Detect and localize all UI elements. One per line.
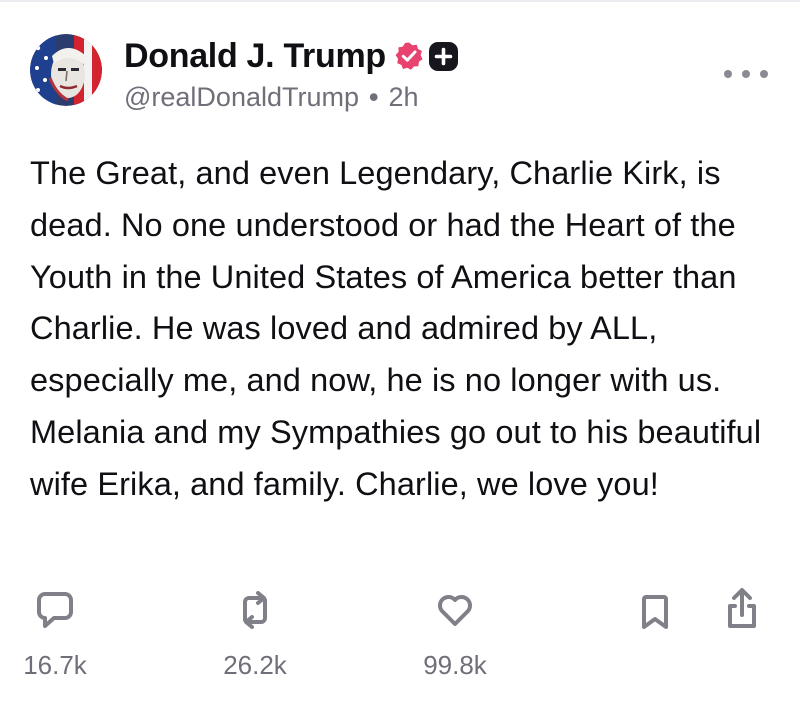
post-text: The Great, and even Legendary, Charlie K… [30,155,762,502]
author-row: Donald J. Trump [124,34,458,78]
repost-icon [243,591,267,629]
avatar[interactable] [30,34,102,106]
more-dots-icon [760,70,768,78]
author-display-name[interactable]: Donald J. Trump [124,37,386,76]
reply-icon [37,592,73,628]
reply-count: 16.7k [23,650,87,680]
post-timestamp[interactable]: 2h [388,82,418,113]
avatar-image [30,34,102,106]
meta-separator: • [369,81,379,112]
post-card: Donald J. Trump @realDonaldTrump • 2h Th… [0,0,800,707]
heart-icon [438,595,472,626]
more-dots-icon [742,70,750,78]
bookmark-button[interactable] [640,594,670,630]
more-dots-icon [724,70,732,78]
like-button[interactable]: 99.8k [410,590,500,681]
author-handle[interactable]: @realDonaldTrump [124,82,359,113]
reply-button[interactable]: 16.7k [10,590,100,681]
like-count: 99.8k [423,650,487,680]
verified-check-icon [395,42,423,70]
author-meta-row: @realDonaldTrump • 2h [124,80,419,114]
repost-count: 26.2k [223,650,287,680]
share-button[interactable] [722,587,762,631]
bookmark-icon [642,595,668,629]
more-options-button[interactable] [724,62,768,86]
plus-badge-icon [428,41,458,71]
repost-button[interactable]: 26.2k [210,590,300,681]
share-icon [728,588,756,628]
